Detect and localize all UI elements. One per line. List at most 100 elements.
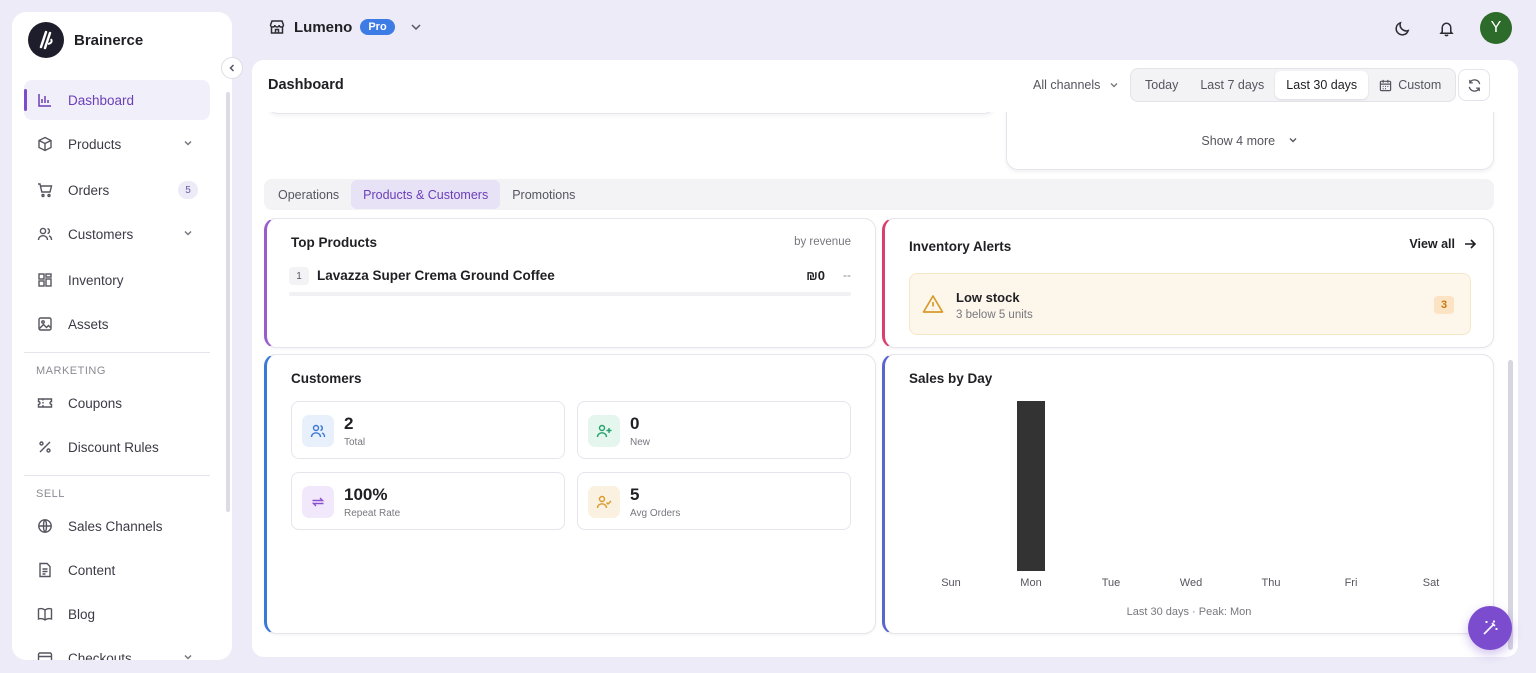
sidebar-item-label: Customers xyxy=(68,226,134,242)
collapse-sidebar-button[interactable] xyxy=(221,57,243,79)
sidebar-item-orders[interactable]: Orders 5 xyxy=(24,170,210,210)
x-tick-label: Fri xyxy=(1345,577,1358,589)
channel-select[interactable]: All channels xyxy=(1033,78,1120,92)
card-title: Customers xyxy=(291,371,362,386)
section-title-marketing: MARKETING xyxy=(36,365,106,377)
chevron-down-icon xyxy=(182,137,194,152)
globe-icon xyxy=(36,517,54,535)
card-title: Top Products xyxy=(291,235,377,250)
image-icon xyxy=(36,315,54,333)
stat-avg-orders: 5 Avg Orders xyxy=(577,472,851,530)
date-range-group: Today Last 7 days Last 30 days Custom xyxy=(1130,68,1457,102)
sidebar-item-label: Blog xyxy=(68,606,96,622)
chevron-down-icon xyxy=(1289,138,1297,143)
chevron-down-icon xyxy=(411,24,421,31)
user-plus-icon xyxy=(588,415,620,447)
x-tick-label: Mon xyxy=(1020,577,1041,589)
sidebar-item-discount-rules[interactable]: Discount Rules xyxy=(24,427,210,467)
chart-footer: Last 30 days · Peak: Mon xyxy=(1126,606,1252,618)
sidebar-item-products[interactable]: Products xyxy=(24,124,210,164)
stat-total-customers: 2 Total xyxy=(291,401,565,459)
sidebar-item-label: Sales Channels xyxy=(68,518,163,534)
x-tick-label: Wed xyxy=(1180,577,1202,589)
card-icon xyxy=(36,649,54,660)
sidebar-item-blog[interactable]: Blog xyxy=(24,594,210,634)
sidebar-item-label: Products xyxy=(68,136,122,152)
tab-products-customers[interactable]: Products & Customers xyxy=(351,180,501,209)
ai-assistant-button[interactable] xyxy=(1468,606,1512,650)
product-name: Lavazza Super Crema Ground Coffee xyxy=(317,268,555,283)
stat-value: 0 xyxy=(630,414,640,433)
stat-new-customers: 0 New xyxy=(577,401,851,459)
sidebar-item-inventory[interactable]: Inventory xyxy=(24,260,210,300)
stat-value: 5 xyxy=(630,485,640,504)
sidebar-item-label: Discount Rules xyxy=(68,439,159,455)
users-icon xyxy=(302,415,334,447)
refresh-icon xyxy=(1468,78,1480,92)
range-7-days-button[interactable]: Last 7 days xyxy=(1189,71,1275,99)
range-30-days-button[interactable]: Last 30 days xyxy=(1275,71,1369,99)
range-custom-button[interactable]: Custom xyxy=(1368,71,1452,99)
low-stock-alert[interactable]: Low stock 3 below 5 units 3 xyxy=(909,273,1471,335)
theme-toggle-moon-icon[interactable] xyxy=(1392,18,1412,38)
sales-by-day-chart: Sun Mon Tue Wed Thu Fri Sat xyxy=(941,401,1439,589)
users-icon xyxy=(36,225,54,243)
alert-count-badge: 3 xyxy=(1434,296,1454,314)
stat-value: 100% xyxy=(344,485,388,504)
main-scrollbar[interactable] xyxy=(1508,360,1513,650)
store-icon xyxy=(269,20,285,34)
show-more-button[interactable]: Show 4 more xyxy=(1007,134,1493,148)
brand-logo-icon xyxy=(28,22,64,58)
sidebar-item-label: Assets xyxy=(68,316,109,332)
box-icon xyxy=(36,135,54,153)
brand[interactable]: Brainerce xyxy=(28,22,143,58)
x-tick-label: Sun xyxy=(941,577,961,589)
notifications-bell-icon[interactable] xyxy=(1436,18,1456,38)
repeat-icon xyxy=(302,486,334,518)
alert-subtitle: 3 below 5 units xyxy=(956,309,1033,321)
sidebar-item-label: Inventory xyxy=(68,272,124,288)
sidebar-item-assets[interactable]: Assets xyxy=(24,304,210,344)
sidebar-item-sales-channels[interactable]: Sales Channels xyxy=(24,506,210,546)
view-all-link[interactable]: View all xyxy=(1409,237,1477,251)
channel-select-value: All channels xyxy=(1033,78,1101,92)
sidebar-item-coupons[interactable]: Coupons xyxy=(24,383,210,423)
sidebar-item-content[interactable]: Content xyxy=(24,550,210,590)
magic-wand-icon xyxy=(1483,620,1498,635)
ticket-icon xyxy=(36,394,54,412)
refresh-button[interactable] xyxy=(1458,69,1490,101)
calendar-icon xyxy=(1379,79,1392,91)
sidebar-scrollbar[interactable] xyxy=(226,92,230,512)
sidebar-item-checkouts[interactable]: Checkouts xyxy=(24,638,210,660)
chevron-left-icon xyxy=(229,64,235,72)
sidebar-item-label: Coupons xyxy=(68,395,123,411)
product-delta: -- xyxy=(843,268,851,282)
main-panel: Dashboard All channels Today Last 7 days… xyxy=(252,60,1518,657)
stat-label: New xyxy=(630,437,651,448)
sidebar-item-customers[interactable]: Customers xyxy=(24,214,210,254)
tab-bar: Operations Products & Customers Promotio… xyxy=(264,179,1494,210)
tab-operations[interactable]: Operations xyxy=(266,180,351,209)
list-item[interactable]: 1 Lavazza Super Crema Ground Coffee ₪0 -… xyxy=(289,265,851,287)
grid-icon xyxy=(36,271,54,289)
book-icon xyxy=(36,605,54,623)
top-products-card: Top Products by revenue 1 Lavazza Super … xyxy=(264,218,876,348)
sidebar-item-dashboard[interactable]: Dashboard xyxy=(24,80,210,120)
store-switcher[interactable]: Lumeno Pro xyxy=(268,18,423,36)
revenue-bar xyxy=(289,292,851,296)
bar-mon[interactable] xyxy=(1017,401,1045,571)
range-today-button[interactable]: Today xyxy=(1134,71,1189,99)
x-tick-label: Tue xyxy=(1102,577,1121,589)
brand-name: Brainerce xyxy=(74,31,144,49)
sidebar-nav: Dashboard Products Orders 5 Customers In… xyxy=(24,80,210,660)
card-title: Inventory Alerts xyxy=(909,239,1012,254)
avatar[interactable]: Y xyxy=(1480,12,1512,44)
plan-badge: Pro xyxy=(360,19,395,35)
sidebar-item-label: Orders xyxy=(68,182,110,198)
tab-promotions[interactable]: Promotions xyxy=(500,180,587,209)
chevron-down-icon xyxy=(182,227,194,242)
inventory-alerts-card: Inventory Alerts View all Low stock 3 be… xyxy=(882,218,1494,348)
card-subtitle: by revenue xyxy=(794,236,851,248)
chevron-down-icon xyxy=(1110,83,1118,88)
rank-badge: 1 xyxy=(289,267,309,285)
